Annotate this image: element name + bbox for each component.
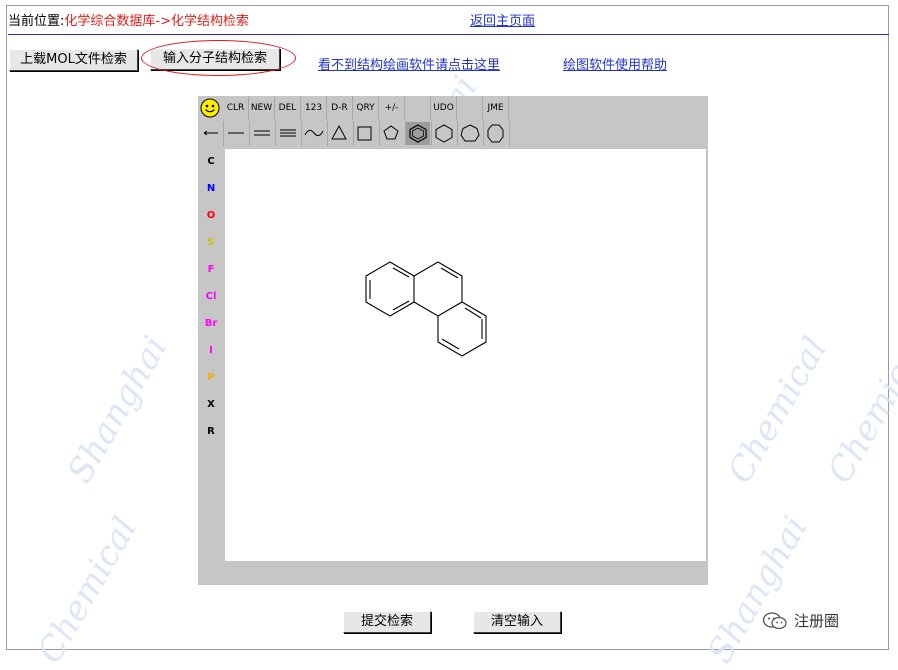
wechat-badge: 注册圈: [762, 610, 839, 631]
atom-p-button[interactable]: P: [198, 365, 224, 391]
jme-blank-button[interactable]: [457, 96, 483, 120]
jme-editor[interactable]: CLR NEW DEL 123 D-R QRY +/- UDO JME C N …: [198, 96, 708, 585]
jme-drawing-canvas[interactable]: [225, 149, 706, 561]
atom-cl-button[interactable]: Cl: [198, 284, 224, 310]
location-label: 当前位置:: [8, 14, 65, 29]
atom-br-button[interactable]: Br: [198, 311, 224, 337]
jme-jme-button[interactable]: JME: [483, 96, 509, 120]
atom-f-button[interactable]: F: [198, 257, 224, 283]
jme-tool-icons[interactable]: [198, 121, 518, 146]
header-divider: [8, 34, 889, 35]
jme-charge-button[interactable]: +/-: [379, 96, 405, 120]
submit-search-button[interactable]: 提交检索: [343, 611, 431, 633]
smiley-icon[interactable]: [199, 96, 221, 120]
clear-input-button[interactable]: 清空输入: [473, 611, 561, 633]
draw-structure-button[interactable]: 输入分子结构检索: [150, 48, 280, 70]
badge-label: 注册圈: [794, 612, 840, 630]
location-bar: 当前位置:化学综合数据库->化学结构检索: [8, 10, 249, 29]
upload-mol-button[interactable]: 上载MOL文件检索: [9, 49, 138, 71]
atom-r-button[interactable]: R: [198, 419, 224, 445]
atom-x-button[interactable]: X: [198, 392, 224, 418]
jme-dr-button[interactable]: D-R: [327, 96, 353, 120]
molecule-structure: [365, 261, 487, 357]
help-link[interactable]: 绘图软件使用帮助: [563, 54, 667, 73]
atom-n-button[interactable]: N: [198, 176, 224, 202]
atom-o-button[interactable]: O: [198, 203, 224, 229]
atom-c-button[interactable]: C: [198, 149, 224, 175]
jme-new-button[interactable]: NEW: [249, 96, 275, 120]
atom-i-button[interactable]: I: [198, 338, 224, 364]
jme-clr-button[interactable]: CLR: [223, 96, 249, 120]
atom-s-button[interactable]: S: [198, 230, 224, 256]
jme-qry-button[interactable]: QRY: [353, 96, 379, 120]
location-path: 化学综合数据库->化学结构检索: [64, 14, 249, 29]
jme-123-button[interactable]: 123: [301, 96, 327, 120]
no-software-link[interactable]: 看不到结构绘画软件请点击这里: [318, 54, 500, 73]
home-link[interactable]: 返回主页面: [470, 10, 535, 29]
jme-udo-button[interactable]: UDO: [431, 96, 457, 120]
wechat-icon: [762, 611, 787, 629]
jme-del-button[interactable]: DEL: [275, 96, 301, 120]
jme-blank-button[interactable]: [405, 96, 431, 120]
